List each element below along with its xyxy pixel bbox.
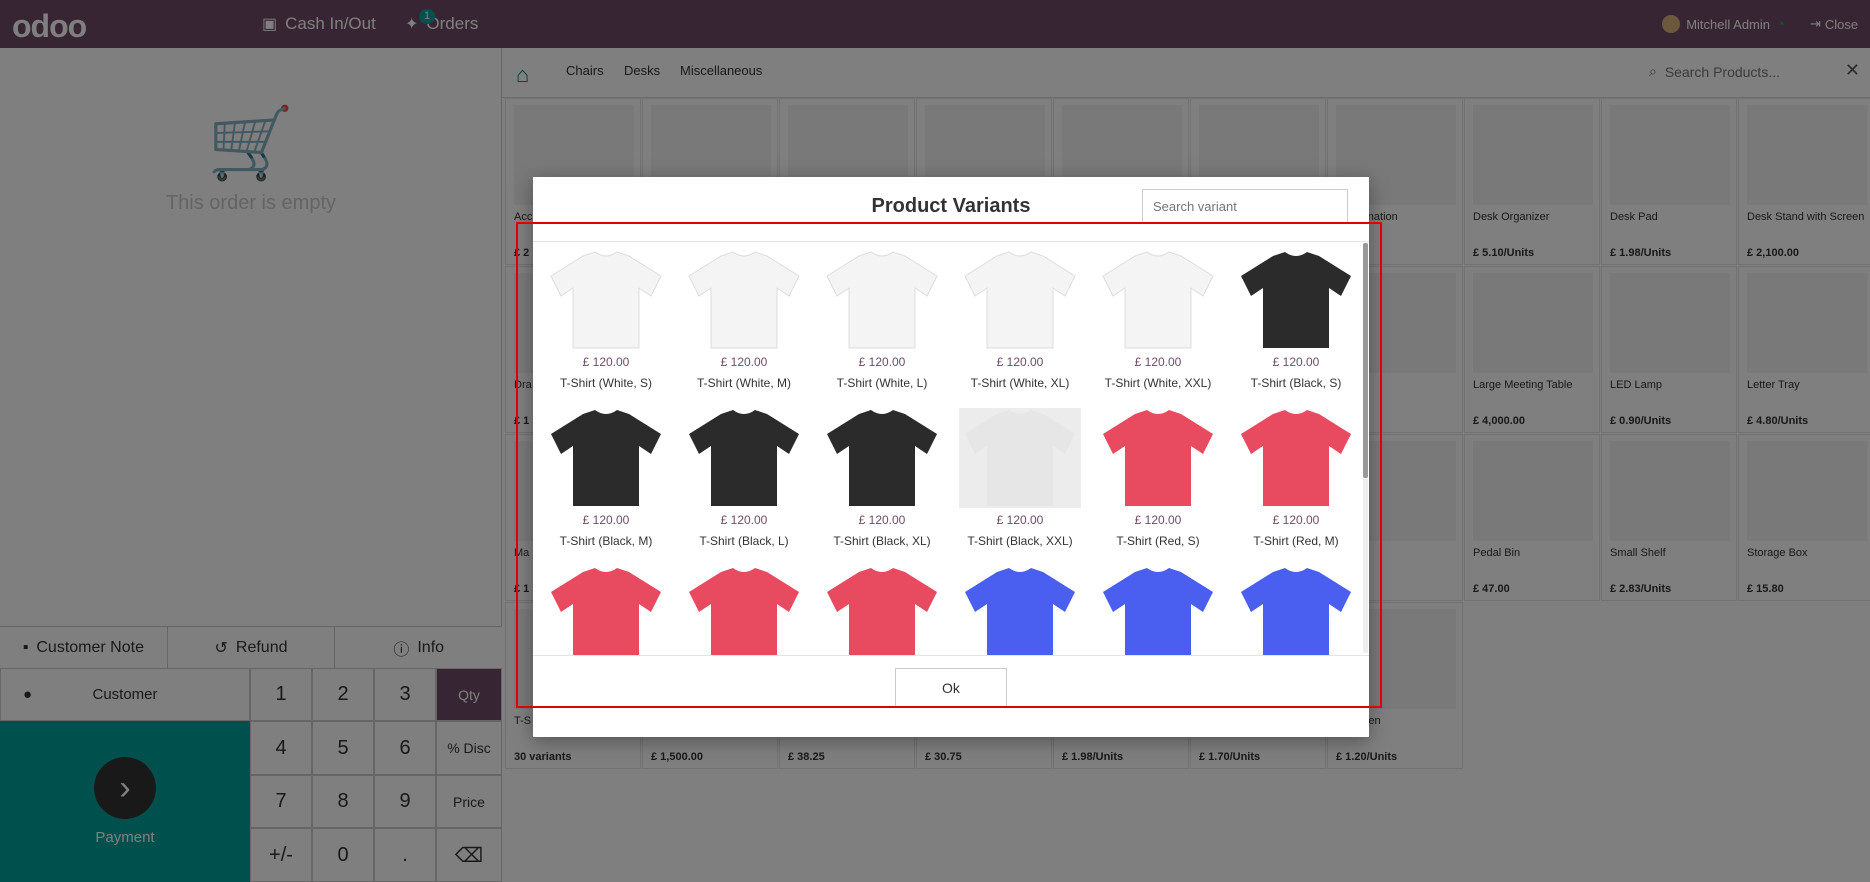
highlight-box [516, 222, 1382, 708]
pos-screen: odoo ▣ Cash In/Out ✦ 1 Orders Mitchell A… [0, 0, 1870, 882]
variant-search-input[interactable] [1142, 189, 1348, 224]
